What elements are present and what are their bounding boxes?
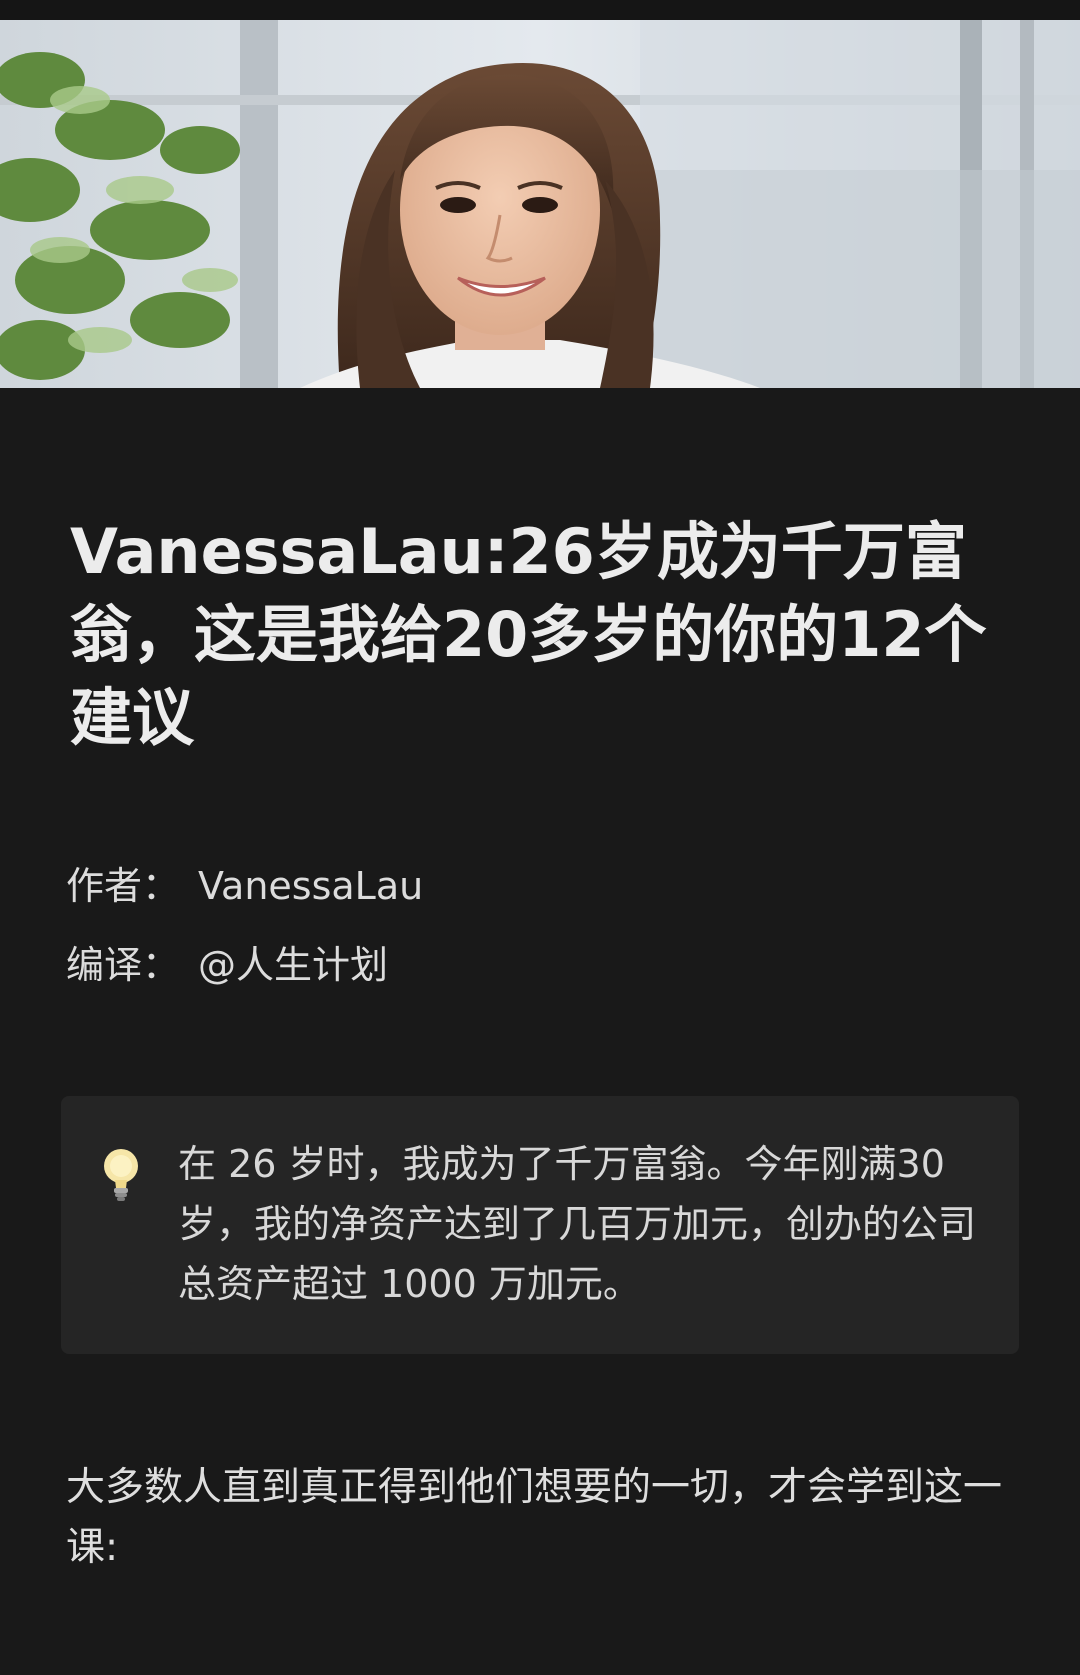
cover-image: [0, 20, 1080, 388]
translator-row: 编译： @人生计划: [66, 941, 966, 989]
author-row: 作者： VanessaLau: [66, 862, 966, 910]
callout-block: 在 26 岁时，我成为了千万富翁。今年刚满30岁，我的净资产达到了几百万加元，创…: [61, 1096, 1019, 1354]
author-name: VanessaLau: [198, 864, 424, 908]
callout-text: 在 26 岁时，我成为了千万富翁。今年刚满30岁，我的净资产达到了几百万加元，创…: [178, 1142, 977, 1306]
body-paragraph: 大多数人直到真正得到他们想要的一切，才会学到这一课:: [66, 1465, 1003, 1570]
author-label: 作者：: [66, 864, 181, 908]
article-title: VanessaLau:26岁成为千万富翁，这是我给20多岁的你的12个建议: [70, 515, 987, 754]
status-bar-strip: [0, 0, 1080, 20]
lightbulb-icon: [104, 1149, 138, 1201]
translator-label: 编译：: [66, 943, 181, 987]
cover-photo-illustration: [0, 20, 1080, 388]
translator-name: @人生计划: [198, 943, 389, 987]
